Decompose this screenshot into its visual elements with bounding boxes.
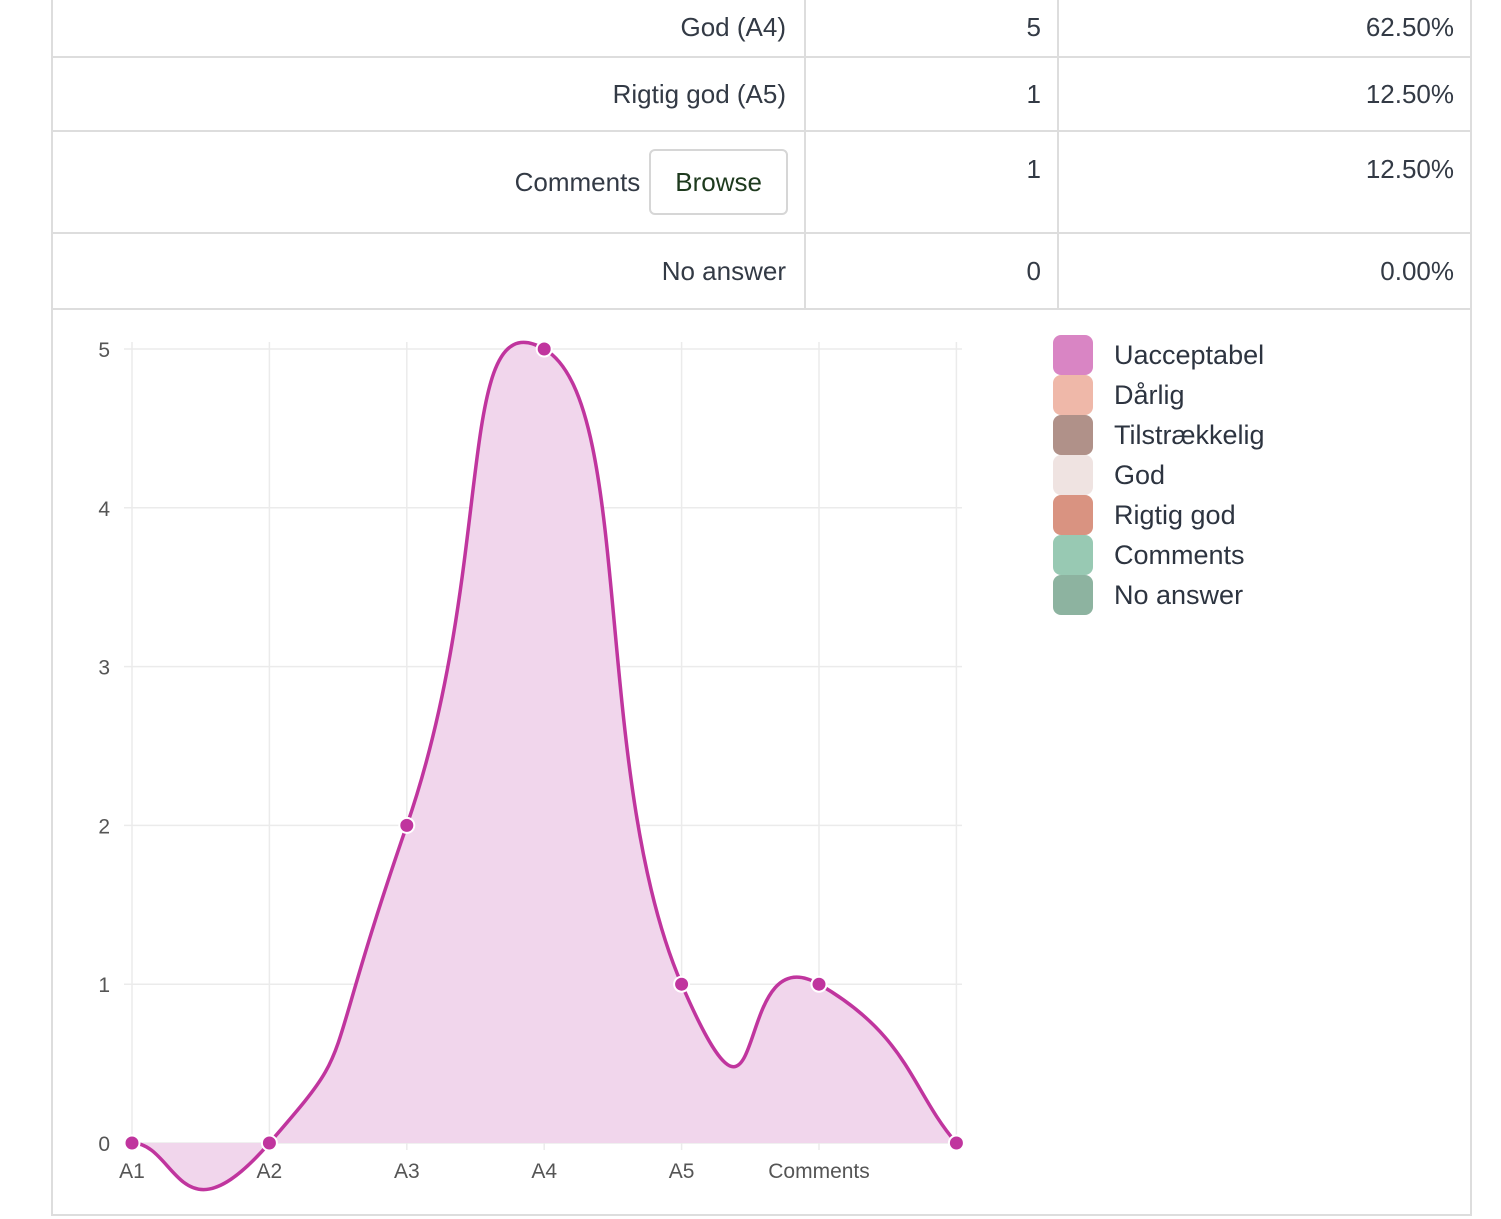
- legend-label: Rigtig god: [1114, 499, 1236, 530]
- legend-label: Comments: [1114, 539, 1245, 570]
- legend-swatch: [1053, 535, 1093, 575]
- x-tick-label: A2: [257, 1160, 283, 1183]
- legend-label: Uacceptabel: [1114, 339, 1265, 370]
- y-tick-label: 2: [98, 815, 110, 838]
- data-point: [810, 975, 828, 993]
- x-tick-label: A4: [531, 1160, 557, 1183]
- x-tick-label: Comments: [768, 1160, 870, 1183]
- legend-label: Dårlig: [1114, 379, 1185, 410]
- y-tick-label: 5: [98, 339, 110, 362]
- legend-label: No answer: [1114, 579, 1244, 610]
- legend-swatch: [1053, 335, 1093, 375]
- legend-swatch: [1053, 495, 1093, 535]
- legend-swatch: [1053, 415, 1093, 455]
- legend-swatch: [1053, 375, 1093, 415]
- data-point: [535, 340, 553, 358]
- legend-label: God: [1114, 459, 1166, 490]
- answer-percent: 62.50%: [1365, 11, 1454, 42]
- legend-swatch: [1053, 455, 1093, 495]
- y-tick-label: 3: [98, 657, 110, 680]
- area-chart: 0 1 2 3 4 5 A1 A2 A3 A4 A5 Comments: [98, 339, 965, 1192]
- answer-percent: 0.00%: [1380, 255, 1454, 286]
- y-tick-label: 4: [98, 498, 110, 521]
- answer-percent: 12.50%: [1365, 154, 1454, 184]
- data-point: [673, 975, 691, 993]
- y-tick-label: 0: [98, 1133, 110, 1156]
- legend-swatch: [1053, 575, 1093, 615]
- answer-percent: 12.50%: [1365, 78, 1454, 109]
- x-tick-label: A5: [669, 1160, 695, 1183]
- x-tick-label: A3: [394, 1160, 420, 1183]
- legend-label: Tilstrækkelig: [1114, 419, 1265, 450]
- data-point: [123, 1134, 141, 1152]
- data-point: [947, 1134, 965, 1152]
- x-tick-label: A1: [119, 1160, 145, 1183]
- y-tick-label: 1: [98, 974, 110, 997]
- chart-legend: Uacceptabel Dårlig Tilstrækkelig God Rigtig …: [1053, 325, 1265, 625]
- data-point: [398, 816, 416, 834]
- area-fill: [132, 342, 957, 1190]
- data-point: [260, 1134, 278, 1152]
